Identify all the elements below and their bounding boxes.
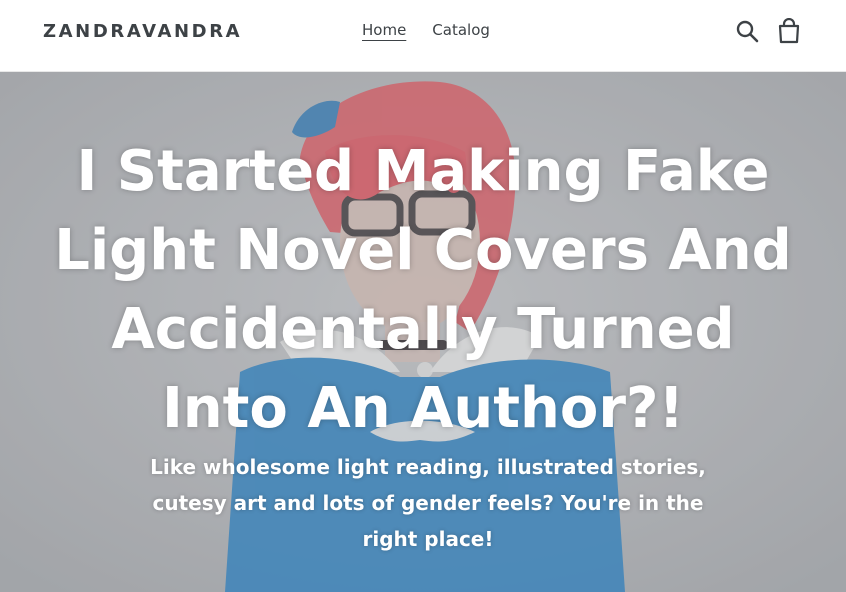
hero-title: I Started Making Fake Light Novel Covers…: [54, 139, 792, 441]
main-nav: Home Catalog: [362, 21, 490, 39]
header-icons: [734, 18, 802, 44]
search-icon[interactable]: [734, 18, 760, 44]
site-header: ZANDRAVANDRA Home Catalog: [0, 0, 846, 72]
site-logo[interactable]: ZANDRAVANDRA: [43, 21, 242, 42]
nav-item-catalog[interactable]: Catalog: [432, 21, 490, 39]
hero-banner: I Started Making Fake Light Novel Covers…: [0, 72, 846, 592]
nav-item-home[interactable]: Home: [362, 21, 406, 39]
hero-content: I Started Making Fake Light Novel Covers…: [0, 72, 846, 592]
cart-icon[interactable]: [776, 18, 802, 44]
hero-subtitle: Like wholesome light reading, illustrate…: [150, 455, 706, 551]
